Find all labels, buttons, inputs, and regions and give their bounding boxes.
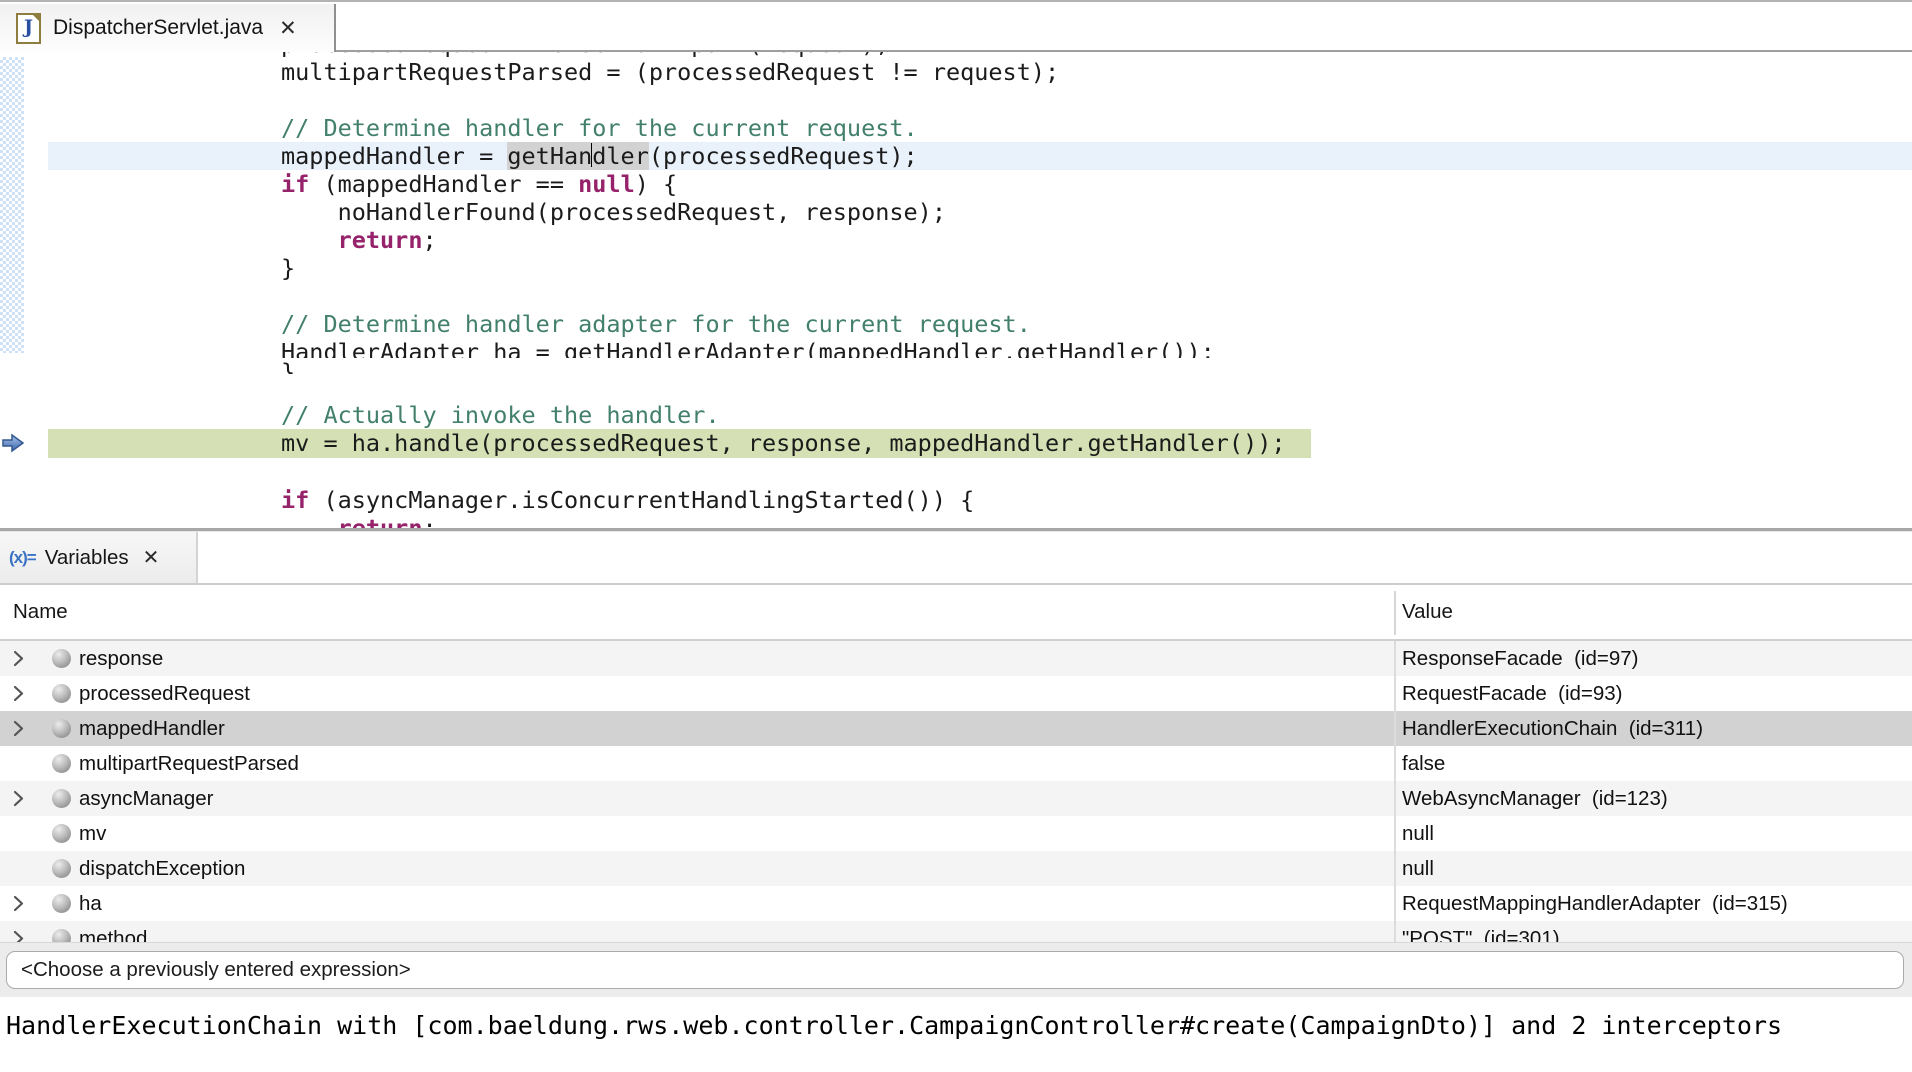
code-line: // Actually invoke the handler. bbox=[281, 401, 720, 429]
variable-row-mappedHandler[interactable]: mappedHandler HandlerExecutionChain (id=3… bbox=[0, 711, 1912, 746]
local-variable-icon bbox=[52, 929, 71, 942]
variable-value: false bbox=[1402, 746, 1445, 781]
editor-tab-dispatcherservlet[interactable]: J DispatcherServlet.java ✕ bbox=[0, 4, 334, 52]
variable-value: RequestMappingHandlerAdapter (id=315) bbox=[1402, 886, 1788, 921]
variable-row-method[interactable]: method "POST" (id=301) bbox=[0, 921, 1912, 942]
variable-value: HandlerExecutionChain (id=311) bbox=[1402, 711, 1703, 746]
tab-divider bbox=[334, 4, 336, 52]
variable-row-dispatchException[interactable]: dispatchException null bbox=[0, 851, 1912, 886]
code-line: mv = ha.handle(processedRequest, respons… bbox=[281, 429, 1286, 457]
column-divider[interactable] bbox=[1394, 591, 1396, 635]
close-icon[interactable]: ✕ bbox=[279, 16, 297, 41]
variables-tab-title: Variables bbox=[45, 546, 129, 570]
local-variable-icon bbox=[52, 859, 71, 878]
expression-input[interactable]: <Choose a previously entered expression> bbox=[6, 951, 1904, 989]
code-line: // Determine handler adapter for the cur… bbox=[281, 310, 1031, 338]
variables-tab-strip: (x)= Variables ✕ bbox=[0, 532, 1912, 585]
chevron-right-icon[interactable] bbox=[12, 789, 26, 813]
java-file-icon: J bbox=[16, 13, 41, 44]
variable-value: RequestFacade (id=93) bbox=[1402, 676, 1623, 711]
variable-row-asyncManager[interactable]: asyncManager WebAsyncManager (id=123) bbox=[0, 781, 1912, 816]
local-variable-icon bbox=[52, 824, 71, 843]
code-line: if (asyncManager.isConcurrentHandlingSta… bbox=[281, 486, 974, 514]
local-variable-icon bbox=[52, 684, 71, 703]
chevron-right-icon[interactable] bbox=[12, 929, 26, 942]
variable-name: mv bbox=[79, 816, 106, 851]
code-line: } bbox=[281, 254, 295, 282]
column-header-value: Value bbox=[1402, 585, 1453, 639]
tab-variables[interactable]: (x)= Variables ✕ bbox=[0, 532, 198, 583]
variable-name: processedRequest bbox=[79, 676, 250, 711]
chevron-right-icon[interactable] bbox=[12, 649, 26, 673]
local-variable-icon bbox=[52, 754, 71, 773]
instruction-pointer-arrow-icon bbox=[1, 433, 25, 458]
variable-row-mv[interactable]: mv null bbox=[0, 816, 1912, 851]
code-line: } bbox=[281, 358, 295, 374]
variable-row-multipartRequestParsed[interactable]: multipartRequestParsed false bbox=[0, 746, 1912, 781]
local-variable-icon bbox=[52, 649, 71, 668]
editor-tab-bar: J DispatcherServlet.java ✕ bbox=[0, 0, 1912, 50]
code-editor[interactable]: processedRequest = checkMultipart(reques… bbox=[0, 52, 1912, 528]
variable-detail-pane[interactable]: HandlerExecutionChain with [com.baeldung… bbox=[0, 997, 1912, 1072]
code-line: if (mappedHandler == null) { bbox=[281, 170, 677, 198]
variable-row-processedRequest[interactable]: processedRequest RequestFacade (id=93) bbox=[0, 676, 1912, 711]
eclipse-debug-window: J DispatcherServlet.java ✕ processedRequ… bbox=[0, 0, 1912, 1072]
variable-value: null bbox=[1402, 851, 1434, 886]
code-line: multipartRequestParsed = (processedReque… bbox=[281, 58, 1059, 86]
chevron-right-icon[interactable] bbox=[12, 894, 26, 918]
variable-row-response[interactable]: response ResponseFacade (id=97) bbox=[0, 641, 1912, 676]
variable-name: mappedHandler bbox=[79, 711, 225, 746]
variable-name: dispatchException bbox=[79, 851, 245, 886]
variable-value: WebAsyncManager (id=123) bbox=[1402, 781, 1668, 816]
variables-column-header: Name Value bbox=[0, 585, 1912, 641]
code-line: // Determine handler for the current req… bbox=[281, 114, 918, 142]
code-line: return; bbox=[281, 514, 437, 528]
chevron-right-icon[interactable] bbox=[12, 719, 26, 743]
variable-name: response bbox=[79, 641, 163, 676]
code-line: return; bbox=[281, 226, 437, 254]
column-header-name: Name bbox=[13, 585, 68, 639]
code-line: mappedHandler = getHandler(processedRequ… bbox=[281, 142, 918, 170]
expression-bar: <Choose a previously entered expression> bbox=[0, 942, 1912, 997]
variable-name: multipartRequestParsed bbox=[79, 746, 299, 781]
local-variable-icon bbox=[52, 719, 71, 738]
close-icon[interactable]: ✕ bbox=[143, 545, 160, 570]
variable-name: ha bbox=[79, 886, 102, 921]
variable-value: "POST" (id=301) bbox=[1402, 921, 1560, 942]
variable-row-ha[interactable]: ha RequestMappingHandlerAdapter (id=315) bbox=[0, 886, 1912, 921]
variable-name: method bbox=[79, 921, 147, 942]
range-indicator-hatch bbox=[0, 57, 24, 353]
variable-name: asyncManager bbox=[79, 781, 213, 816]
local-variable-icon bbox=[52, 789, 71, 808]
local-variable-icon bbox=[52, 894, 71, 913]
code-line: HandlerAdapter ha = getHandlerAdapter(ma… bbox=[281, 338, 1215, 358]
variable-value: null bbox=[1402, 816, 1434, 851]
column-divider-line bbox=[1394, 641, 1396, 942]
variables-icon: (x)= bbox=[9, 548, 36, 568]
code-line: noHandlerFound(processedRequest, respons… bbox=[281, 198, 946, 226]
variable-detail-text: HandlerExecutionChain with [com.baeldung… bbox=[6, 1011, 1782, 1040]
variables-tree: responseResponseFacade (id=97)processedR… bbox=[0, 641, 1912, 942]
editor-tab-title: DispatcherServlet.java bbox=[53, 16, 263, 40]
variable-value: ResponseFacade (id=97) bbox=[1402, 641, 1638, 676]
chevron-right-icon[interactable] bbox=[12, 684, 26, 708]
